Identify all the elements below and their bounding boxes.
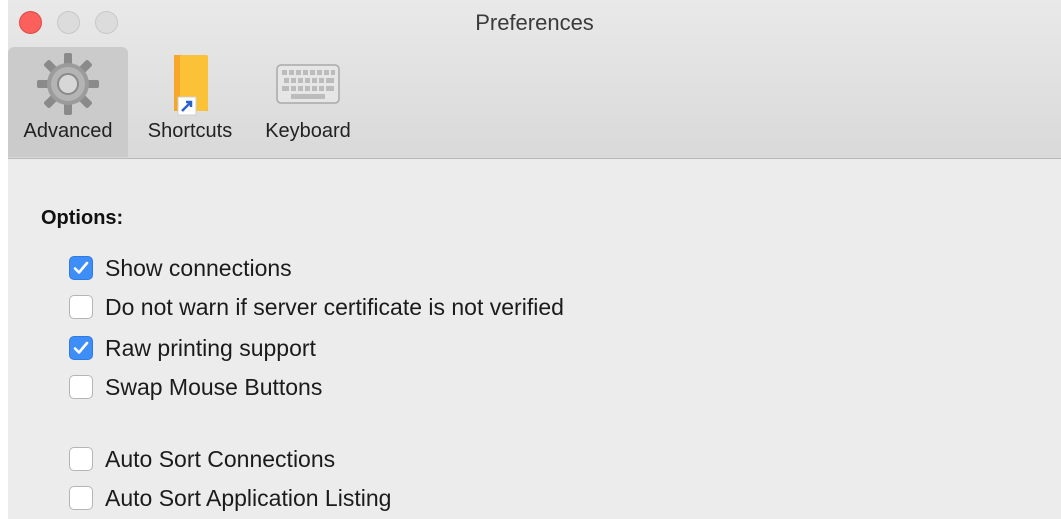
swap-mouse-checkbox[interactable]: [69, 375, 93, 399]
no-cert-warning-option[interactable]: Do not warn if server certificate is not…: [69, 293, 564, 321]
show-connections-label: Show connections: [105, 254, 292, 281]
auto-sort-apps-option[interactable]: Auto Sort Application Listing: [69, 484, 391, 512]
auto-sort-apps-label: Auto Sort Application Listing: [105, 484, 392, 511]
show-connections-checkbox[interactable]: [69, 256, 93, 280]
advanced-pane: Options: Show connections Do not warn if…: [8, 159, 1061, 519]
raw-printing-checkbox[interactable]: [69, 336, 93, 360]
raw-printing-option[interactable]: Raw printing support: [69, 334, 316, 362]
swap-mouse-label: Swap Mouse Buttons: [105, 373, 323, 400]
no-cert-warning-checkbox[interactable]: [69, 295, 93, 319]
window-title: Preferences: [475, 10, 594, 35]
tab-shortcuts-label: Shortcuts: [147, 120, 233, 142]
tab-advanced[interactable]: Advanced: [8, 47, 128, 157]
checkmark-icon: [73, 261, 89, 274]
no-cert-warning-label: Do not warn if server certificate is not…: [105, 293, 564, 320]
title-toolbar: Preferences Advanced Shortcuts Keyboard: [8, 0, 1061, 159]
auto-sort-apps-checkbox[interactable]: [69, 486, 93, 510]
gear-icon: [35, 51, 101, 122]
tab-advanced-label: Advanced: [23, 120, 113, 142]
auto-sort-connections-option[interactable]: Auto Sort Connections: [69, 445, 335, 473]
swap-mouse-option[interactable]: Swap Mouse Buttons: [69, 373, 322, 401]
raw-printing-label: Raw printing support: [105, 334, 316, 361]
keyboard-icon: [273, 51, 343, 122]
preferences-window: Preferences Advanced Shortcuts Keyboard …: [8, 0, 1061, 519]
show-connections-option[interactable]: Show connections: [69, 254, 292, 282]
folder-shortcut-icon: [158, 51, 222, 122]
auto-sort-connections-checkbox[interactable]: [69, 447, 93, 471]
tab-keyboard[interactable]: Keyboard: [253, 47, 363, 157]
tab-shortcuts[interactable]: Shortcuts: [135, 47, 245, 157]
tab-keyboard-label: Keyboard: [265, 120, 351, 142]
auto-sort-connections-label: Auto Sort Connections: [105, 445, 336, 472]
checkmark-icon: [73, 341, 89, 354]
options-heading: Options:: [41, 207, 124, 229]
